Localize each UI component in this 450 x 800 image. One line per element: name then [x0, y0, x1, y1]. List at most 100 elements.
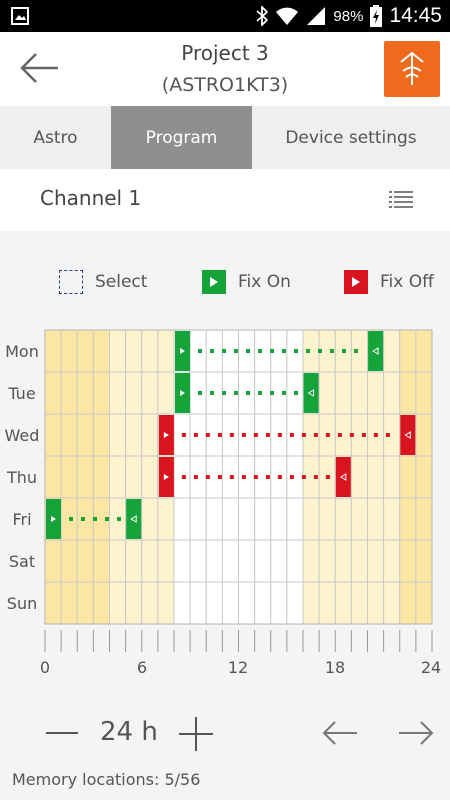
- grid-cell-thu-0: [44, 455, 62, 499]
- grid-cell-sun-14: [270, 581, 288, 625]
- grid-cell-fri-15: [286, 497, 304, 541]
- schedule-grid[interactable]: [0, 320, 450, 660]
- entry-dot: [342, 349, 346, 353]
- grid-cell-sun-16: [302, 581, 320, 625]
- grid-cell-sun-23: [415, 581, 433, 625]
- legend-select-label: Select: [95, 272, 148, 292]
- grid-cell-sun-2: [76, 581, 94, 625]
- battery-charging-icon: [370, 5, 383, 27]
- entry-dot: [105, 517, 109, 521]
- grid-cell-thu-3: [92, 455, 110, 499]
- entry-dot: [222, 391, 226, 395]
- grid-cell-sat-6: [141, 539, 159, 583]
- entry-dot: [229, 433, 234, 437]
- device-id: (ASTRO1KT3): [161, 74, 289, 96]
- entry-dot: [265, 475, 270, 479]
- grid-cell-fri-8: [173, 497, 191, 541]
- entry-end-marker: [335, 457, 351, 497]
- grid-cell-fri-2: [76, 497, 94, 541]
- grid-cell-fri-14: [270, 497, 288, 541]
- grid-cell-wed-0: [44, 413, 62, 457]
- grid-cell-thu-22: [399, 455, 417, 499]
- entry-dot: [193, 475, 198, 479]
- grid-cell-sun-6: [141, 581, 159, 625]
- grid-cell-sat-4: [109, 539, 127, 583]
- grid-cell-thu-21: [383, 455, 401, 499]
- entry-dot: [313, 433, 318, 437]
- grid-cell-wed-5: [125, 413, 143, 457]
- list-icon[interactable]: [389, 190, 413, 210]
- grid-cell-mon-13: [254, 329, 272, 373]
- grid-cell-fri-19: [350, 497, 368, 541]
- entry-dot: [313, 475, 318, 479]
- legend-fix-off[interactable]: Fix Off: [344, 268, 434, 296]
- grid-cell-tue-17: [318, 371, 336, 415]
- entry-dot: [270, 391, 274, 395]
- grid-cell-tue-21: [383, 371, 401, 415]
- grid-cell-thu-20: [367, 455, 385, 499]
- back-arrow-icon[interactable]: [18, 50, 60, 86]
- entry-dot: [289, 433, 294, 437]
- entry-dot: [282, 391, 286, 395]
- zoom-out-icon[interactable]: [45, 723, 79, 743]
- page-title: Project 3: [181, 41, 269, 65]
- tab-device-settings[interactable]: Device settings: [252, 106, 450, 169]
- axis-label-6: 6: [136, 658, 148, 677]
- entry-dot: [270, 349, 274, 353]
- grid-cell-wed-3: [92, 413, 110, 457]
- entry-dot: [294, 391, 298, 395]
- entry-dot: [181, 433, 186, 437]
- grid-cell-sat-2: [76, 539, 94, 583]
- grid-cell-tue-0: [44, 371, 62, 415]
- grid-cell-sat-8: [173, 539, 191, 583]
- entry-dot: [258, 349, 262, 353]
- grid-cell-fri-6: [141, 497, 159, 541]
- grid-cell-sun-11: [221, 581, 239, 625]
- zoom-level: 24 h: [100, 717, 158, 747]
- grid-cell-mon-22: [399, 329, 417, 373]
- grid-cell-fri-13: [254, 497, 272, 541]
- previous-arrow-icon[interactable]: [322, 720, 358, 746]
- tab-astro[interactable]: Astro: [0, 106, 111, 169]
- grid-cell-mon-4: [109, 329, 127, 373]
- grid-cell-thu-9: [189, 455, 207, 499]
- grid-cell-sun-13: [254, 581, 272, 625]
- grid-cell-sat-9: [189, 539, 207, 583]
- tab-program[interactable]: Program: [111, 106, 252, 169]
- entry-dot: [306, 349, 310, 353]
- entry-end-marker: [303, 373, 319, 413]
- grid-cell-thu-2: [76, 455, 94, 499]
- legend-fix-on[interactable]: Fix On: [202, 268, 291, 296]
- next-arrow-icon[interactable]: [398, 720, 434, 746]
- entry-dot: [241, 475, 246, 479]
- grid-cell-wed-9: [189, 413, 207, 457]
- entry-dot: [258, 391, 262, 395]
- title-block: Project 3 (ASTRO1KT3): [90, 38, 360, 102]
- entry-dot: [318, 349, 322, 353]
- entry-dot: [234, 349, 238, 353]
- grid-cell-sat-10: [205, 539, 223, 583]
- transfer-button[interactable]: [384, 41, 440, 97]
- grid-cell-sat-13: [254, 539, 272, 583]
- entry-dot: [210, 391, 214, 395]
- entry-dot: [253, 433, 258, 437]
- grid-cell-fri-11: [221, 497, 239, 541]
- legend-select[interactable]: Select: [59, 268, 147, 296]
- grid-cell-sun-15: [286, 581, 304, 625]
- entry-dot: [349, 433, 354, 437]
- grid-cell-wed-6: [141, 413, 159, 457]
- play-icon: [210, 277, 218, 287]
- grid-cell-tue-6: [141, 371, 159, 415]
- entry-dot: [69, 517, 73, 521]
- grid-cell-fri-18: [334, 497, 352, 541]
- grid-cell-mon-10: [205, 329, 223, 373]
- signal-icon: [307, 7, 326, 25]
- grid-cell-sun-19: [350, 581, 368, 625]
- grid-cell-wed-4: [109, 413, 127, 457]
- grid-cell-mon-19: [350, 329, 368, 373]
- entry-dot: [337, 433, 342, 437]
- grid-cell-sat-11: [221, 539, 239, 583]
- zoom-in-icon[interactable]: [178, 716, 214, 752]
- channel-row: Channel 1: [0, 169, 450, 231]
- grid-cell-sat-21: [383, 539, 401, 583]
